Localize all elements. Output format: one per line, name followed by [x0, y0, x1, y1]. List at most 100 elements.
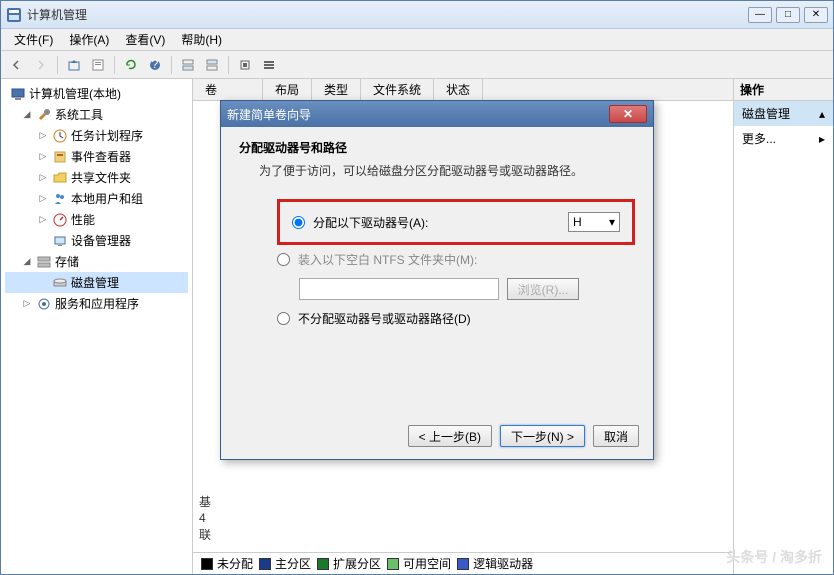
performance-icon [52, 212, 68, 228]
menu-action[interactable]: 操作(A) [61, 29, 117, 50]
tree-task-scheduler[interactable]: ▷ 任务计划程序 [5, 125, 188, 146]
tree-label: 磁盘管理 [71, 274, 119, 291]
radio-mount-folder[interactable] [277, 253, 290, 266]
disk-info-line: 4 [199, 510, 211, 527]
legend-label: 主分区 [275, 555, 311, 572]
dialog-titlebar[interactable]: 新建简单卷向导 ✕ [221, 101, 653, 127]
view-top-button[interactable] [177, 54, 199, 76]
refresh-button[interactable] [120, 54, 142, 76]
tab-filesystem[interactable]: 文件系统 [361, 78, 434, 101]
actions-disk-mgmt[interactable]: 磁盘管理 ▴ [734, 101, 833, 126]
actions-panel: 操作 磁盘管理 ▴ 更多... ▸ [733, 79, 833, 574]
drive-letter-select[interactable]: H ▾ [568, 212, 620, 232]
tree-local-users[interactable]: ▷ 本地用户和组 [5, 188, 188, 209]
tree-disk-management[interactable]: 磁盘管理 [5, 272, 188, 293]
tree-label: 性能 [71, 211, 95, 228]
tree-storage[interactable]: ◢ 存储 [5, 251, 188, 272]
tree-label: 事件查看器 [71, 148, 131, 165]
menu-help[interactable]: 帮助(H) [173, 29, 230, 50]
toolbar-separator [114, 56, 115, 74]
legend-swatch [457, 558, 469, 570]
menubar: 文件(F) 操作(A) 查看(V) 帮助(H) [1, 29, 833, 51]
option-assign-row: 分配以下驱动器号(A): H ▾ [292, 212, 620, 232]
up-button[interactable] [63, 54, 85, 76]
tree-label: 系统工具 [55, 106, 103, 123]
list-button[interactable] [258, 54, 280, 76]
properties-button[interactable] [87, 54, 109, 76]
tree-label: 任务计划程序 [71, 127, 143, 144]
mount-path-input [299, 278, 499, 300]
computer-icon [10, 86, 26, 102]
dialog-title: 新建简单卷向导 [227, 106, 609, 123]
disk-icon [52, 275, 68, 291]
legend-label: 扩展分区 [333, 555, 381, 572]
option-none-row: 不分配驱动器号或驱动器路径(D) [277, 310, 635, 327]
column-headers: 卷 布局 类型 文件系统 状态 [193, 79, 733, 101]
dialog-subtext: 为了便于访问，可以给磁盘分区分配驱动器号或驱动器路径。 [239, 162, 635, 179]
tree-event-viewer[interactable]: ▷ 事件查看器 [5, 146, 188, 167]
legend-logical: 逻辑驱动器 [457, 555, 533, 572]
expander-icon[interactable]: ▷ [37, 130, 49, 142]
menu-view[interactable]: 查看(V) [117, 29, 173, 50]
chevron-right-icon: ▸ [819, 132, 825, 146]
expander-icon[interactable]: ◢ [21, 256, 33, 268]
expander-icon[interactable]: ◢ [21, 109, 33, 121]
close-button[interactable]: ✕ [804, 7, 828, 23]
legend-label: 逻辑驱动器 [473, 555, 533, 572]
expander-icon[interactable]: ▷ [37, 214, 49, 226]
settings-button[interactable] [234, 54, 256, 76]
tree-system-tools[interactable]: ◢ 系统工具 [5, 104, 188, 125]
back-button[interactable] [6, 54, 28, 76]
dialog-body: 分配驱动器号和路径 为了便于访问，可以给磁盘分区分配驱动器号或驱动器路径。 分配… [221, 127, 653, 349]
tab-status[interactable]: 状态 [434, 78, 483, 101]
back-button[interactable]: < 上一步(B) [408, 425, 492, 447]
chevron-up-icon: ▴ [819, 107, 825, 121]
legend-extended: 扩展分区 [317, 555, 381, 572]
tab-volume[interactable]: 卷 [193, 78, 263, 101]
disk-info-line: 基 [199, 494, 211, 511]
radio-no-assign[interactable] [277, 312, 290, 325]
option-mount-row: 装入以下空白 NTFS 文件夹中(M): [277, 251, 635, 268]
expander-icon[interactable]: ▷ [21, 298, 33, 310]
window-title: 计算机管理 [27, 6, 748, 23]
highlight-box: 分配以下驱动器号(A): H ▾ [277, 199, 635, 245]
wizard-dialog: 新建简单卷向导 ✕ 分配驱动器号和路径 为了便于访问，可以给磁盘分区分配驱动器号… [220, 100, 654, 460]
tree-shared-folders[interactable]: ▷ 共享文件夹 [5, 167, 188, 188]
users-icon [52, 191, 68, 207]
expander-spacer [37, 277, 49, 289]
disk-info-line: 联 [199, 527, 211, 544]
expander-icon[interactable]: ▷ [37, 172, 49, 184]
forward-button[interactable] [30, 54, 52, 76]
help-button[interactable]: ? [144, 54, 166, 76]
tree-services[interactable]: ▷ 服务和应用程序 [5, 293, 188, 314]
expander-icon[interactable]: ▷ [37, 193, 49, 205]
view-bottom-button[interactable] [201, 54, 223, 76]
tree-performance[interactable]: ▷ 性能 [5, 209, 188, 230]
dialog-close-button[interactable]: ✕ [609, 105, 647, 123]
tree-label: 设备管理器 [71, 232, 131, 249]
mount-input-row: 浏览(R)... [277, 278, 635, 300]
legend-bar: 未分配 主分区 扩展分区 可用空间 逻辑驱动器 [193, 552, 733, 574]
app-icon [6, 7, 22, 23]
radio-assign-letter[interactable] [292, 216, 305, 229]
tree-device-manager[interactable]: 设备管理器 [5, 230, 188, 251]
tree-label: 计算机管理(本地) [29, 85, 121, 102]
legend-swatch [259, 558, 271, 570]
actions-header: 操作 [734, 79, 833, 101]
actions-more[interactable]: 更多... ▸ [734, 126, 833, 151]
tab-layout[interactable]: 布局 [263, 78, 312, 101]
tools-icon [36, 107, 52, 123]
tab-type[interactable]: 类型 [312, 78, 361, 101]
minimize-button[interactable]: — [748, 7, 772, 23]
device-icon [52, 233, 68, 249]
maximize-button[interactable]: □ [776, 7, 800, 23]
expander-spacer [37, 235, 49, 247]
next-button[interactable]: 下一步(N) > [500, 425, 585, 447]
menu-file[interactable]: 文件(F) [6, 29, 61, 50]
toolbar-separator [171, 56, 172, 74]
legend-swatch [317, 558, 329, 570]
tree-root[interactable]: 计算机管理(本地) [5, 83, 188, 104]
tree-label: 本地用户和组 [71, 190, 143, 207]
cancel-button[interactable]: 取消 [593, 425, 639, 447]
expander-icon[interactable]: ▷ [37, 151, 49, 163]
